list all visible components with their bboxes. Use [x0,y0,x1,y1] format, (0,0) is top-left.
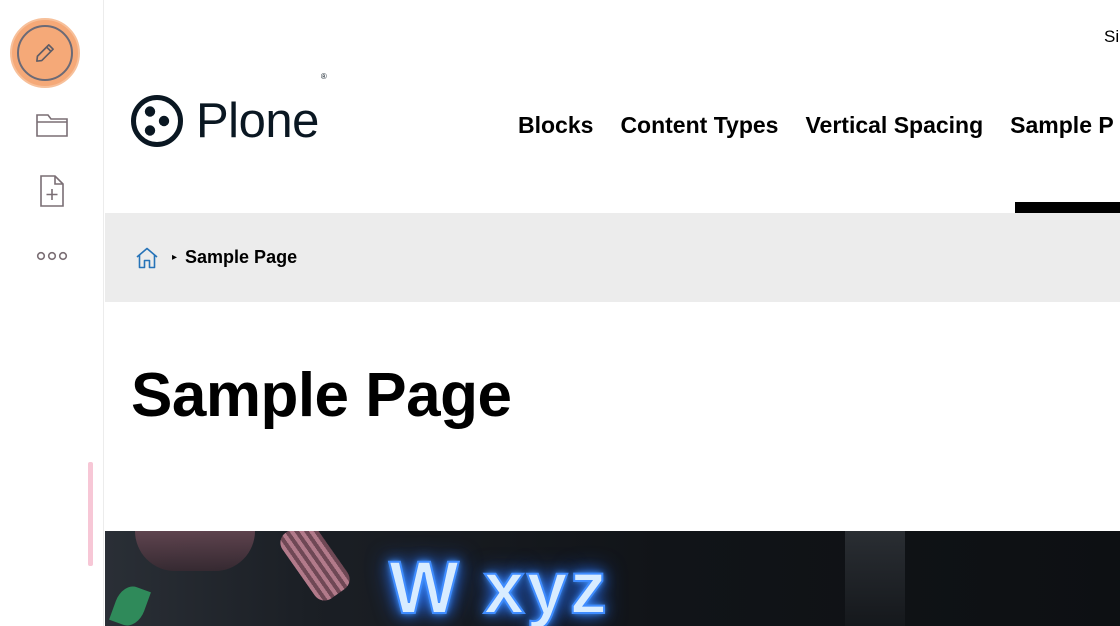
nav-item-sample-page[interactable]: Sample P [1010,112,1114,139]
breadcrumb-separator: ▸ [172,252,178,263]
nav-active-indicator [1015,202,1120,213]
hero-image: W xyz [105,531,1120,626]
plone-logo-icon [131,95,183,147]
neon-sign-text: W xyz [388,545,609,626]
signin-link[interactable]: Si [1104,27,1119,47]
toolbar [0,0,104,626]
main-nav: Blocks Content Types Vertical Spacing Sa… [518,112,1114,139]
site-header: Si Plone® Blocks Content Types Vertical … [105,0,1120,213]
more-icon[interactable] [32,236,72,276]
breadcrumb-current: Sample Page [185,247,298,267]
breadcrumb: ▸ Sample Page [105,213,1120,302]
site-logo[interactable]: Plone® [130,71,327,148]
add-document-icon[interactable] [32,171,72,211]
page-title: Sample Page [131,361,512,430]
pencil-icon [17,25,73,81]
edit-button[interactable] [10,18,80,88]
scroll-indicator [88,462,93,566]
nav-item-content-types[interactable]: Content Types [620,112,778,139]
logo-text: Plone® [196,71,327,148]
nav-item-vertical-spacing[interactable]: Vertical Spacing [805,112,983,139]
nav-item-blocks[interactable]: Blocks [518,112,593,139]
home-icon[interactable] [134,245,160,271]
folder-icon[interactable] [32,105,72,145]
